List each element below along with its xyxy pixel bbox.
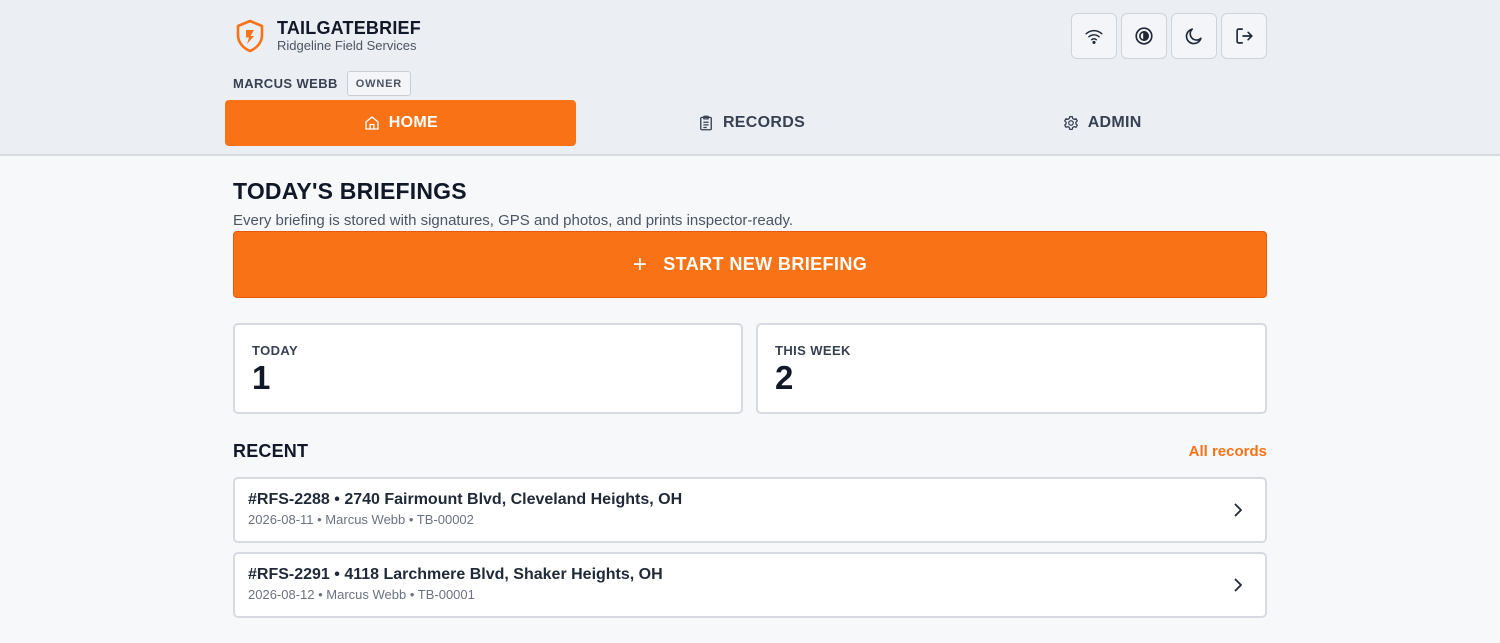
user-name: MARCUS WEBB — [233, 76, 338, 91]
tab-records-label: RECORDS — [722, 114, 806, 131]
tab-home-label: HOME — [388, 114, 438, 131]
connectivity-button[interactable] — [1071, 13, 1117, 59]
shield-logo-icon — [236, 19, 264, 52]
logout-icon — [1236, 28, 1253, 44]
contrast-button[interactable] — [1121, 13, 1167, 59]
record-meta: 2026-08-12 • Marcus Webb • TB-00001 — [248, 587, 475, 602]
stat-card-today: TODAY 1 — [233, 323, 743, 414]
all-records-link[interactable]: All records — [1189, 443, 1267, 460]
record-title: #RFS-2291 • 4118 Larchmere Blvd, Shaker … — [248, 566, 663, 583]
brand-name: TAILGATEBRIEF — [277, 18, 421, 38]
contrast-icon — [1135, 27, 1153, 45]
stat-value: 1 — [252, 359, 271, 396]
list-item[interactable]: #RFS-2288 • 2740 Fairmount Blvd, Clevela… — [233, 477, 1267, 543]
header-toolbar — [1071, 13, 1271, 59]
user-info: MARCUS WEBB OWNER — [233, 71, 411, 96]
moon-icon — [1185, 28, 1202, 45]
tab-admin-label: ADMIN — [1087, 114, 1142, 131]
tab-records[interactable]: RECORDS — [576, 100, 927, 146]
stat-value: 2 — [775, 359, 794, 396]
chevron-right-icon — [1234, 578, 1242, 592]
tab-admin[interactable]: ADMIN — [926, 100, 1277, 146]
stat-card-this-week: THIS WEEK 2 — [756, 323, 1267, 414]
logout-button[interactable] — [1221, 13, 1267, 59]
brand: TAILGATEBRIEF Ridgeline Field Services — [234, 18, 421, 53]
chevron-right-icon — [1234, 503, 1242, 517]
company-name: Ridgeline Field Services — [277, 38, 417, 53]
home-icon — [365, 116, 379, 130]
stat-label: THIS WEEK — [775, 343, 851, 358]
app-header: TAILGATEBRIEF Ridgeline Field Services M… — [0, 0, 1500, 156]
record-meta: 2026-08-11 • Marcus Webb • TB-00002 — [248, 512, 474, 527]
gear-icon — [1063, 115, 1078, 131]
role-badge: OWNER — [346, 71, 411, 96]
page-title: TODAY'S BRIEFINGS — [233, 178, 467, 204]
recent-heading: RECENT — [233, 441, 309, 461]
dark-mode-button[interactable] — [1171, 13, 1217, 59]
page-subtitle: Every briefing is stored with signatures… — [233, 212, 794, 229]
wifi-icon — [1085, 29, 1103, 44]
stat-label: TODAY — [252, 343, 299, 358]
list-item[interactable]: #RFS-2291 • 4118 Larchmere Blvd, Shaker … — [233, 552, 1267, 618]
record-title: #RFS-2288 • 2740 Fairmount Blvd, Clevela… — [248, 491, 683, 508]
main-nav: HOME RECORDS ADMIN — [225, 100, 1277, 146]
tab-home[interactable]: HOME — [225, 100, 576, 146]
clipboard-icon — [700, 115, 712, 131]
start-new-briefing-label: START NEW BRIEFING — [663, 254, 868, 274]
start-new-briefing-button[interactable]: + START NEW BRIEFING — [233, 231, 1267, 298]
plus-icon: + — [632, 250, 648, 278]
